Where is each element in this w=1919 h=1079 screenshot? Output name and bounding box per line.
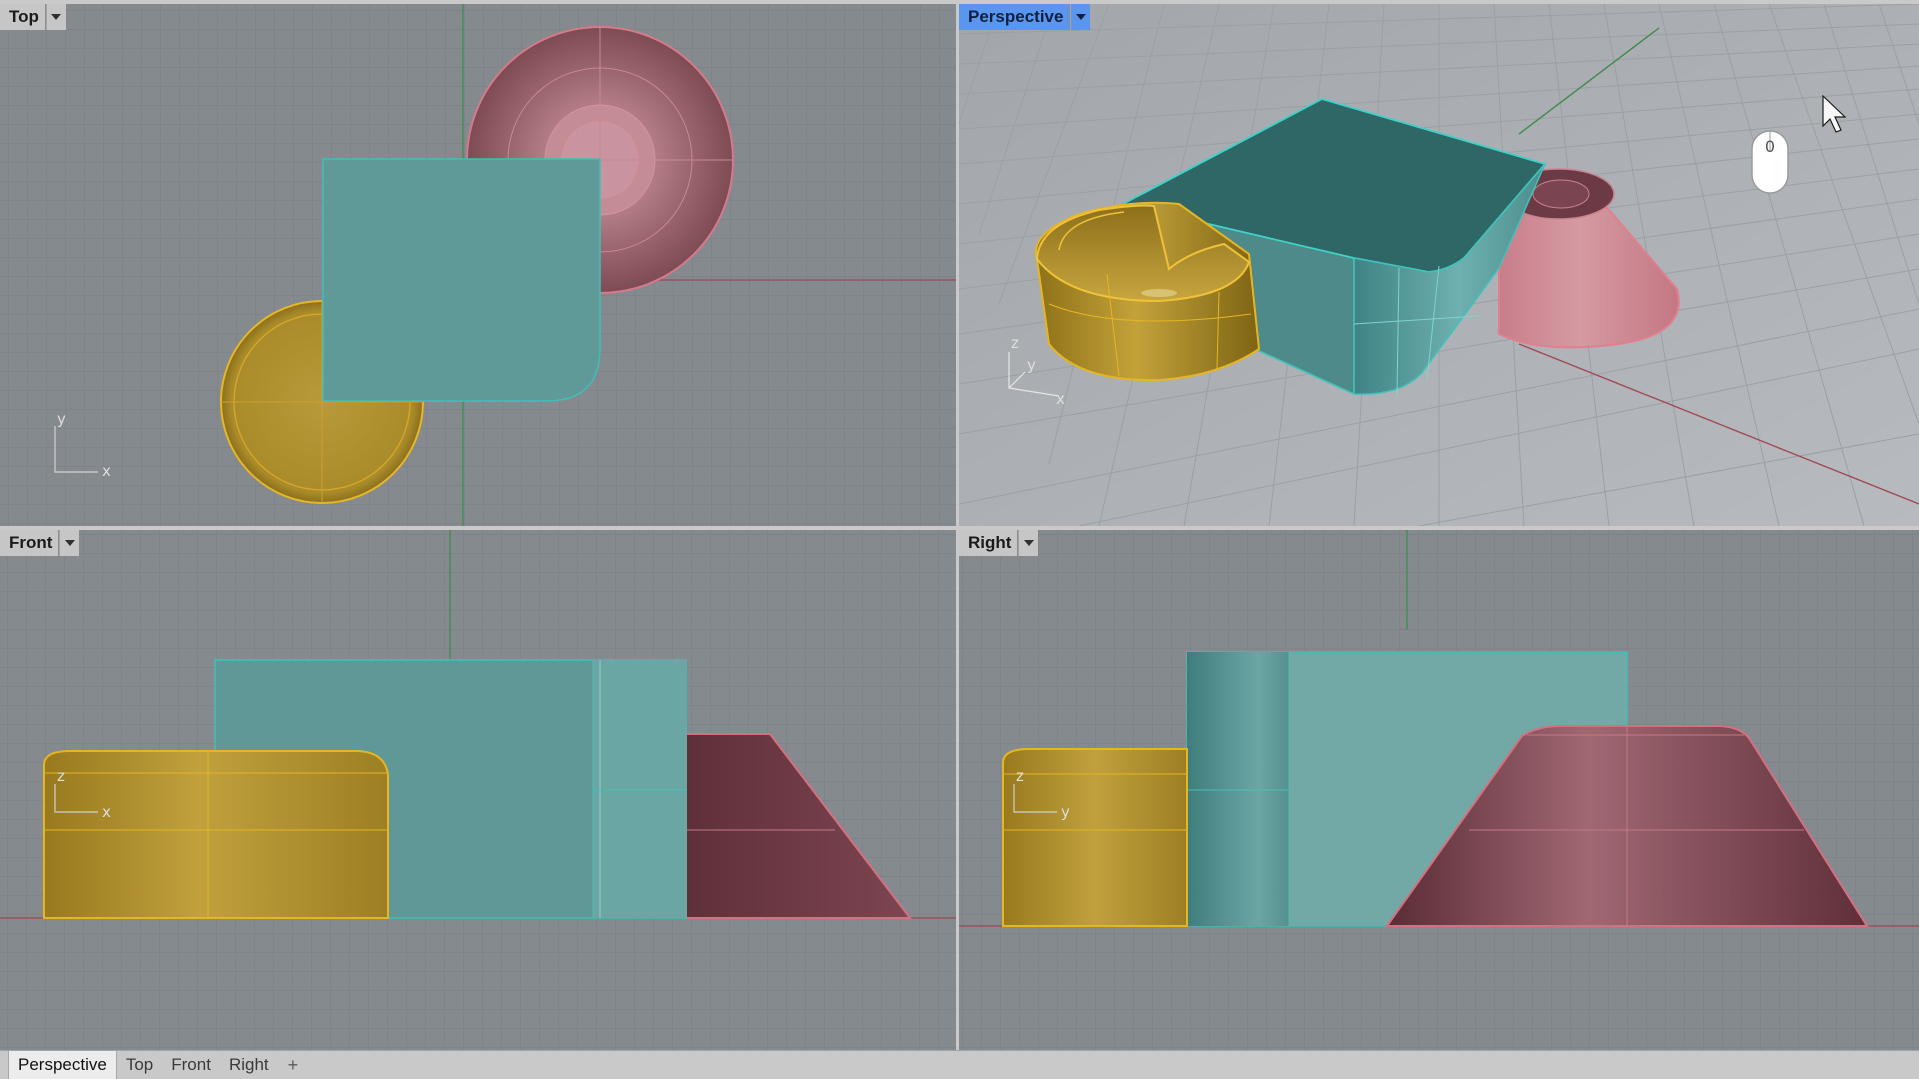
viewport-right-label[interactable]: Right bbox=[959, 530, 1039, 556]
viewport-splitter-vertical[interactable] bbox=[956, 0, 959, 1050]
cylinder-object[interactable] bbox=[1002, 748, 1188, 927]
viewport-perspective-canvas[interactable]: z y x 0 bbox=[959, 4, 1919, 526]
viewport-menu-dropdown[interactable] bbox=[45, 4, 66, 30]
viewport-right-canvas[interactable]: z y bbox=[959, 530, 1919, 1050]
chevron-down-icon bbox=[1023, 540, 1034, 546]
chevron-down-icon bbox=[51, 14, 62, 20]
viewport-front[interactable]: z x Front bbox=[0, 530, 956, 1050]
rhino-viewport-workspace: y x Top z y x 0 Perspective z x Front z … bbox=[0, 0, 1919, 1079]
svg-text:z: z bbox=[1016, 767, 1024, 785]
viewport-title[interactable]: Perspective bbox=[959, 4, 1071, 30]
svg-text:x: x bbox=[1056, 390, 1065, 408]
mouse-button-indicator: 0 bbox=[1751, 130, 1789, 194]
viewport-front-label[interactable]: Front bbox=[0, 530, 80, 556]
box-object[interactable] bbox=[322, 158, 601, 402]
svg-text:y: y bbox=[57, 410, 66, 428]
viewport-top-label[interactable]: Top bbox=[0, 4, 66, 30]
viewport-top-canvas[interactable]: y x bbox=[0, 4, 956, 526]
viewport-title[interactable]: Front bbox=[0, 530, 60, 556]
chevron-down-icon bbox=[64, 540, 75, 546]
viewport-menu-dropdown[interactable] bbox=[1018, 530, 1039, 556]
viewport-right[interactable]: z y Right bbox=[959, 530, 1919, 1050]
viewport-menu-dropdown[interactable] bbox=[1070, 4, 1091, 30]
viewport-perspective-label[interactable]: Perspective bbox=[959, 4, 1091, 30]
chevron-down-icon bbox=[1075, 14, 1086, 20]
viewport-front-canvas[interactable]: z x bbox=[0, 530, 956, 1050]
plus-icon[interactable]: + bbox=[278, 1051, 309, 1079]
cylinder-object[interactable] bbox=[43, 750, 389, 919]
svg-text:z: z bbox=[57, 767, 65, 785]
viewport-top[interactable]: y x Top bbox=[0, 4, 956, 526]
svg-text:0: 0 bbox=[1765, 137, 1775, 156]
tab-perspective[interactable]: Perspective bbox=[8, 1051, 117, 1079]
svg-text:y: y bbox=[1061, 803, 1070, 821]
svg-text:x: x bbox=[102, 803, 111, 821]
tab-front[interactable]: Front bbox=[162, 1051, 220, 1079]
svg-text:x: x bbox=[102, 462, 111, 480]
viewport-title[interactable]: Right bbox=[959, 530, 1019, 556]
tab-top[interactable]: Top bbox=[117, 1051, 162, 1079]
svg-text:y: y bbox=[1027, 356, 1036, 374]
viewport-tab-bar: Perspective Top Front Right + bbox=[0, 1050, 1919, 1079]
viewport-perspective[interactable]: z y x 0 Perspective bbox=[959, 4, 1919, 526]
tab-right[interactable]: Right bbox=[220, 1051, 278, 1079]
viewport-menu-dropdown[interactable] bbox=[59, 530, 80, 556]
svg-text:z: z bbox=[1011, 334, 1019, 352]
viewport-title[interactable]: Top bbox=[0, 4, 46, 30]
